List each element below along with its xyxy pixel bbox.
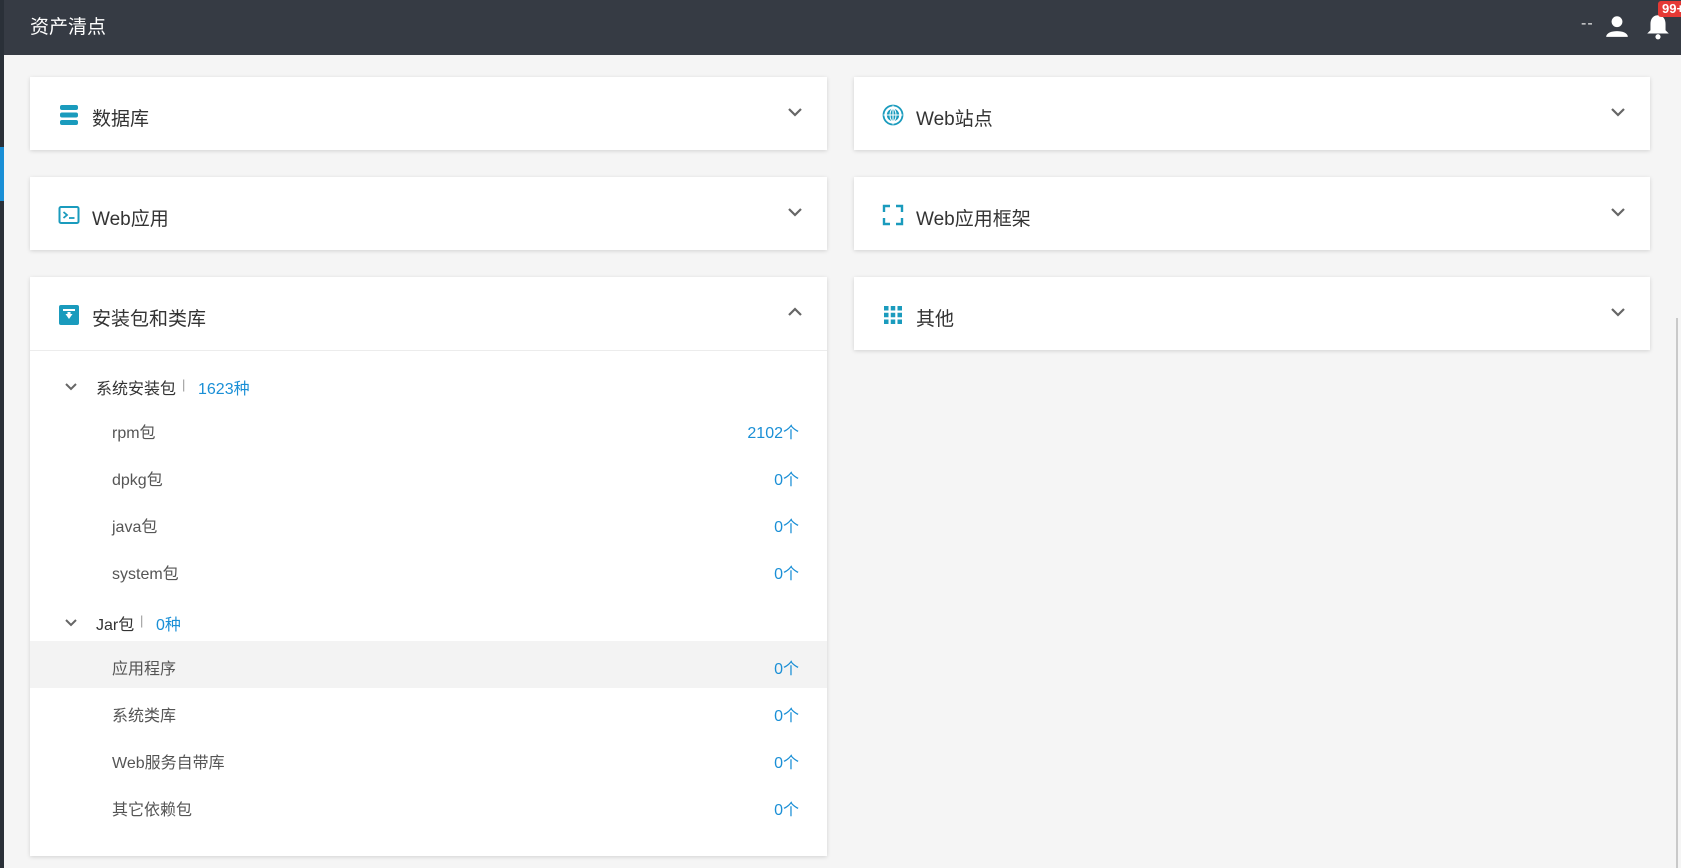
chevron-down-icon[interactable] — [1610, 206, 1626, 218]
item-value[interactable]: 0个 — [774, 749, 799, 773]
item-value[interactable]: 0个 — [774, 513, 799, 537]
left-rail-active-marker — [0, 147, 4, 201]
list-item-dpkg[interactable]: dpkg包 0个 — [30, 452, 827, 499]
card-web-app-label: Web应用 — [92, 209, 169, 230]
group-name: Jar包 — [96, 617, 135, 634]
card-web-framework-header[interactable]: Web应用框架 — [854, 177, 1650, 250]
grid-icon — [884, 306, 902, 324]
card-other-header[interactable]: 其他 — [854, 277, 1650, 350]
left-rail — [0, 0, 4, 868]
group-system-packages[interactable]: 系统安装包 | 1623种 — [30, 367, 827, 405]
card-packages: 安装包和类库 系统安装包 | 1623种 rpm包 2102个 dpkg包 0个… — [30, 277, 827, 856]
chevron-down-icon[interactable] — [1610, 106, 1626, 118]
user-icon[interactable] — [1604, 13, 1630, 39]
notification-badge: 99+ — [1658, 1, 1681, 17]
list-item-applications[interactable]: 应用程序 0个 — [30, 641, 827, 688]
item-name: Web服务自带库 — [112, 755, 225, 772]
list-item-system[interactable]: system包 0个 — [30, 546, 827, 593]
group-gap — [30, 593, 827, 603]
item-name: java包 — [112, 519, 158, 536]
card-packages-body: 系统安装包 | 1623种 rpm包 2102个 dpkg包 0个 java包 … — [30, 350, 827, 829]
item-value[interactable]: 0个 — [774, 796, 799, 820]
chevron-up-icon[interactable] — [787, 306, 803, 318]
package-icon — [59, 305, 79, 325]
group-count[interactable]: 1623种 — [198, 375, 250, 399]
card-web-site-label: Web站点 — [916, 109, 993, 130]
card-web-app-header[interactable]: Web应用 — [30, 177, 827, 250]
list-item-other-deps[interactable]: 其它依赖包 0个 — [30, 782, 827, 829]
list-item-java[interactable]: java包 0个 — [30, 499, 827, 546]
item-value[interactable]: 2102个 — [747, 419, 799, 443]
item-value[interactable]: 0个 — [774, 560, 799, 584]
user-name[interactable]: -- — [1581, 15, 1594, 33]
card-other: 其他 — [854, 277, 1650, 350]
page-title: 资产清点 — [30, 17, 107, 38]
card-database-header[interactable]: 数据库 — [30, 77, 827, 150]
list-item-system-libs[interactable]: 系统类库 0个 — [30, 688, 827, 735]
card-web-app: Web应用 — [30, 177, 827, 250]
card-web-framework-label: Web应用框架 — [916, 209, 1031, 230]
group-name: 系统安装包 — [96, 381, 177, 398]
card-database: 数据库 — [30, 77, 827, 150]
group-separator: | — [140, 613, 144, 628]
card-web-site-header[interactable]: Web站点 — [854, 77, 1650, 150]
card-web-site: Web站点 — [854, 77, 1650, 150]
list-item-web-server-libs[interactable]: Web服务自带库 0个 — [30, 735, 827, 782]
card-web-framework: Web应用框架 — [854, 177, 1650, 250]
item-value[interactable]: 0个 — [774, 702, 799, 726]
frame-icon — [882, 204, 904, 226]
top-bar: 资产清点 -- 99+ — [4, 0, 1681, 55]
card-packages-label: 安装包和类库 — [92, 309, 207, 330]
chevron-down-icon[interactable] — [787, 206, 803, 218]
database-icon — [60, 105, 78, 125]
item-name: 其它依赖包 — [112, 802, 193, 819]
item-name: 应用程序 — [112, 661, 177, 678]
item-value[interactable]: 0个 — [774, 466, 799, 490]
list-item-rpm[interactable]: rpm包 2102个 — [30, 405, 827, 452]
chevron-down-icon[interactable] — [1610, 306, 1626, 318]
group-jar-packages[interactable]: Jar包 | 0种 — [30, 603, 827, 641]
item-name: dpkg包 — [112, 472, 163, 489]
chevron-down-icon[interactable] — [64, 382, 78, 392]
chevron-down-icon[interactable] — [64, 618, 78, 628]
card-database-label: 数据库 — [92, 109, 150, 130]
item-name: system包 — [112, 566, 179, 583]
item-name: rpm包 — [112, 425, 156, 442]
group-separator: | — [182, 377, 186, 392]
group-count[interactable]: 0种 — [156, 611, 181, 635]
scrollbar-thumb[interactable] — [1676, 318, 1678, 868]
terminal-icon — [58, 206, 80, 224]
globe-icon — [882, 104, 904, 126]
item-name: 系统类库 — [112, 708, 177, 725]
card-packages-header[interactable]: 安装包和类库 — [30, 277, 827, 350]
chevron-down-icon[interactable] — [787, 106, 803, 118]
card-other-label: 其他 — [916, 309, 955, 330]
item-value[interactable]: 0个 — [774, 655, 799, 679]
